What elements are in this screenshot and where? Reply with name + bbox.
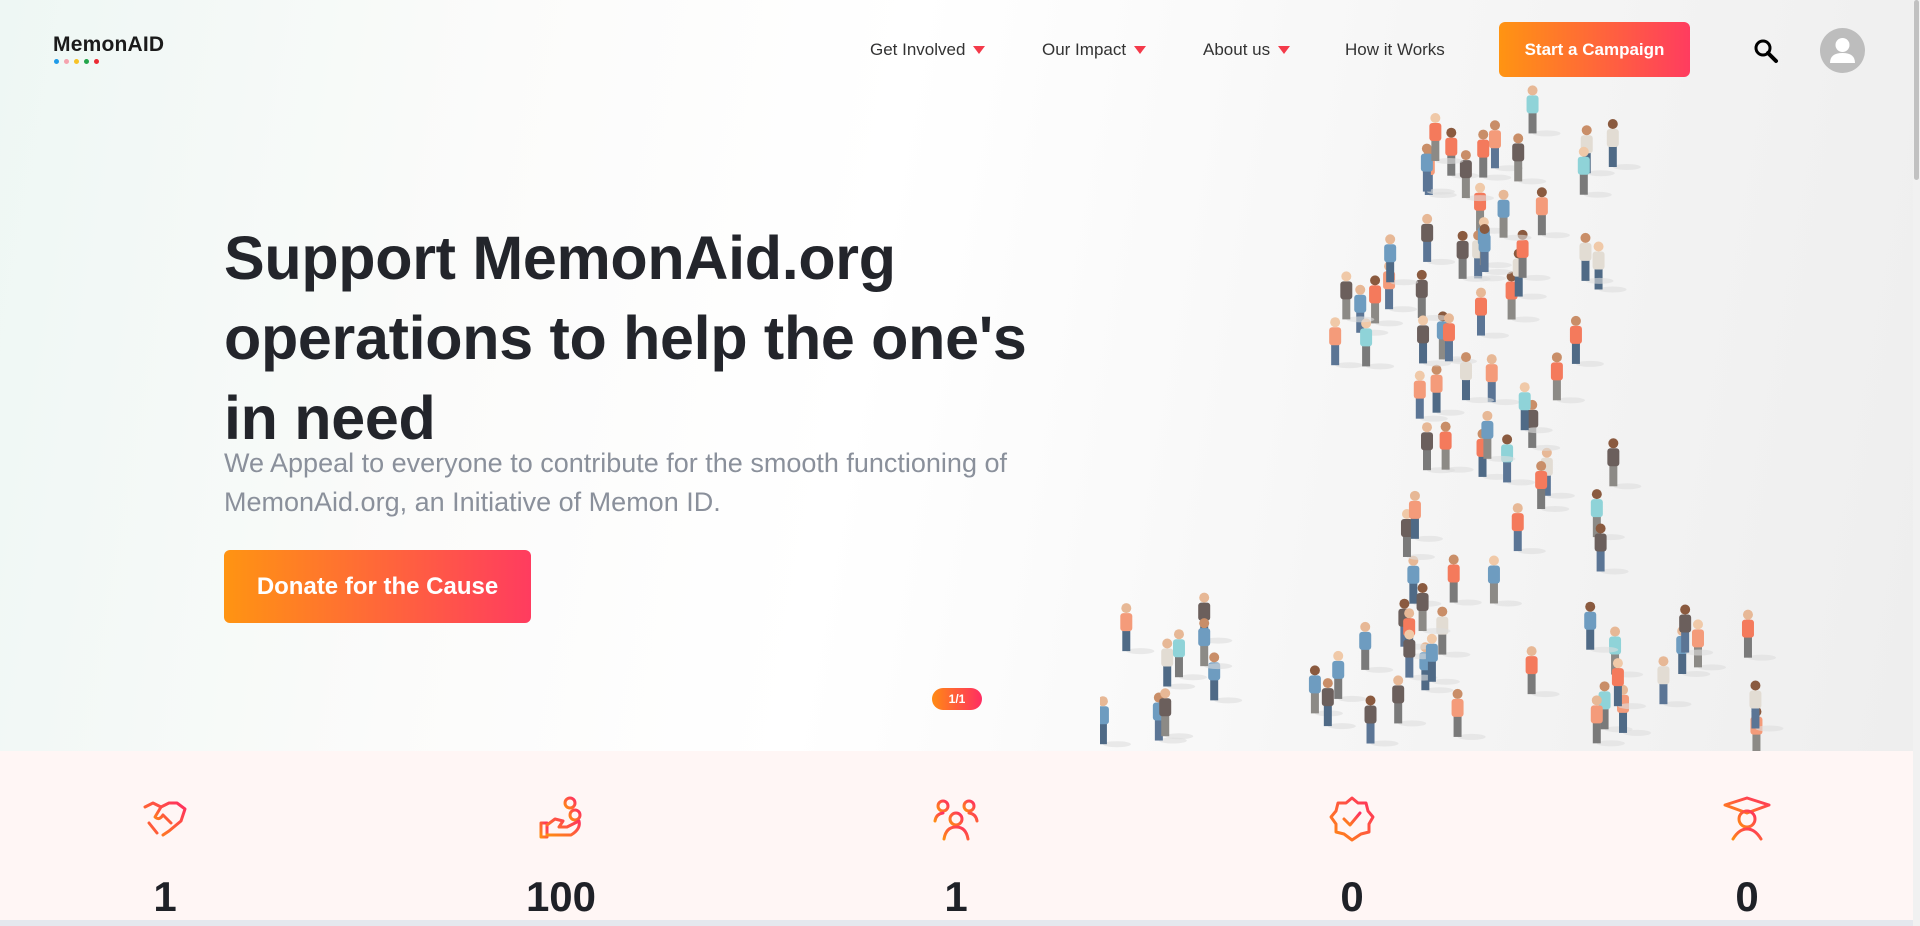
crowd-figure bbox=[1512, 133, 1547, 185]
hero-subtitle: We Appeal to everyone to contribute for … bbox=[224, 448, 1007, 517]
caret-down-icon bbox=[1134, 46, 1147, 54]
crowd-figure bbox=[1657, 656, 1692, 708]
crowd-figure bbox=[1392, 675, 1427, 727]
crowd-figure bbox=[1487, 555, 1522, 607]
crowd-figure bbox=[1526, 85, 1561, 137]
nav-label: Our Impact bbox=[1042, 40, 1127, 59]
crowd-illustration bbox=[1100, 85, 1784, 751]
stat-value: 100 bbox=[525, 873, 597, 920]
crowd-figure bbox=[1208, 652, 1243, 704]
crowd-figure bbox=[1526, 399, 1561, 451]
nav-get-involved[interactable]: Get Involved bbox=[870, 40, 986, 60]
stat-value: 0 bbox=[1340, 873, 1364, 920]
crowd-figure bbox=[1474, 287, 1509, 339]
page: MemonAID Get Involved Our Impact About u… bbox=[0, 0, 1913, 920]
slide-pager[interactable]: 1/1 bbox=[932, 688, 982, 710]
start-campaign-button[interactable]: Start a Campaign bbox=[1499, 22, 1690, 77]
user-avatar-icon[interactable] bbox=[1820, 28, 1865, 73]
crowd-figure bbox=[1691, 619, 1726, 671]
crowd-figure bbox=[1749, 680, 1784, 732]
scrollbar-thumb[interactable] bbox=[1914, 0, 1919, 180]
nav-label: Get Involved bbox=[870, 40, 966, 59]
nav-label: About us bbox=[1203, 40, 1271, 59]
crowd-figure bbox=[1408, 490, 1443, 542]
stat-value: 0 bbox=[1735, 873, 1759, 920]
hero-section: MemonAID Get Involved Our Impact About u… bbox=[0, 0, 1913, 751]
hero-title: Support MemonAid.org operations to help … bbox=[224, 224, 1027, 452]
crowd-figure bbox=[1741, 609, 1776, 661]
donate-button[interactable]: Donate for the Cause bbox=[224, 550, 531, 623]
crowd-figure bbox=[1511, 503, 1546, 555]
crowd-figure bbox=[1590, 489, 1625, 541]
crowd-figure bbox=[1525, 646, 1560, 698]
crowd-figure bbox=[1569, 315, 1604, 367]
crowd-figure bbox=[1332, 650, 1367, 702]
crowd-figure bbox=[1159, 688, 1194, 740]
crowd-figure bbox=[1594, 523, 1629, 575]
nav-how-it-works[interactable]: How it Works bbox=[1345, 40, 1445, 60]
crowd-figure bbox=[1421, 213, 1456, 265]
crowd-figure bbox=[1447, 554, 1482, 606]
crowd-figure bbox=[1535, 187, 1570, 239]
caret-down-icon bbox=[973, 46, 986, 54]
crowd-figure bbox=[1451, 688, 1486, 740]
hand-coins-icon bbox=[539, 796, 582, 839]
crowd-figure bbox=[1617, 684, 1652, 736]
crowd-figure bbox=[1485, 354, 1520, 406]
graduate-icon bbox=[1723, 796, 1771, 841]
crowd-figure bbox=[1430, 364, 1465, 416]
main-nav: Get Involved Our Impact About us How it … bbox=[0, 22, 1913, 78]
crowd-figure bbox=[1364, 695, 1399, 747]
crowd-figure bbox=[1359, 621, 1394, 673]
nav-label: How it Works bbox=[1345, 40, 1445, 59]
nav-about-us[interactable]: About us bbox=[1203, 40, 1291, 60]
users-group-icon bbox=[933, 799, 979, 841]
stats-band: 1 100 1 0 0 bbox=[0, 751, 1913, 920]
crowd-figure bbox=[1384, 234, 1419, 286]
stat-value: 1 bbox=[944, 873, 968, 920]
crowd-figure bbox=[1607, 438, 1642, 490]
nav-our-impact[interactable]: Our Impact bbox=[1042, 40, 1147, 60]
crowd-figure bbox=[1120, 603, 1155, 655]
search-icon[interactable] bbox=[1753, 38, 1779, 69]
stat-value: 1 bbox=[153, 873, 177, 920]
caret-down-icon bbox=[1278, 46, 1291, 54]
crowd-figure bbox=[1100, 696, 1131, 748]
crowd-figure bbox=[1606, 119, 1641, 171]
crowd-figure bbox=[1592, 241, 1627, 293]
crowd-figure bbox=[1439, 421, 1474, 473]
handshake-icon bbox=[143, 801, 187, 837]
verified-badge-icon bbox=[1329, 796, 1375, 842]
